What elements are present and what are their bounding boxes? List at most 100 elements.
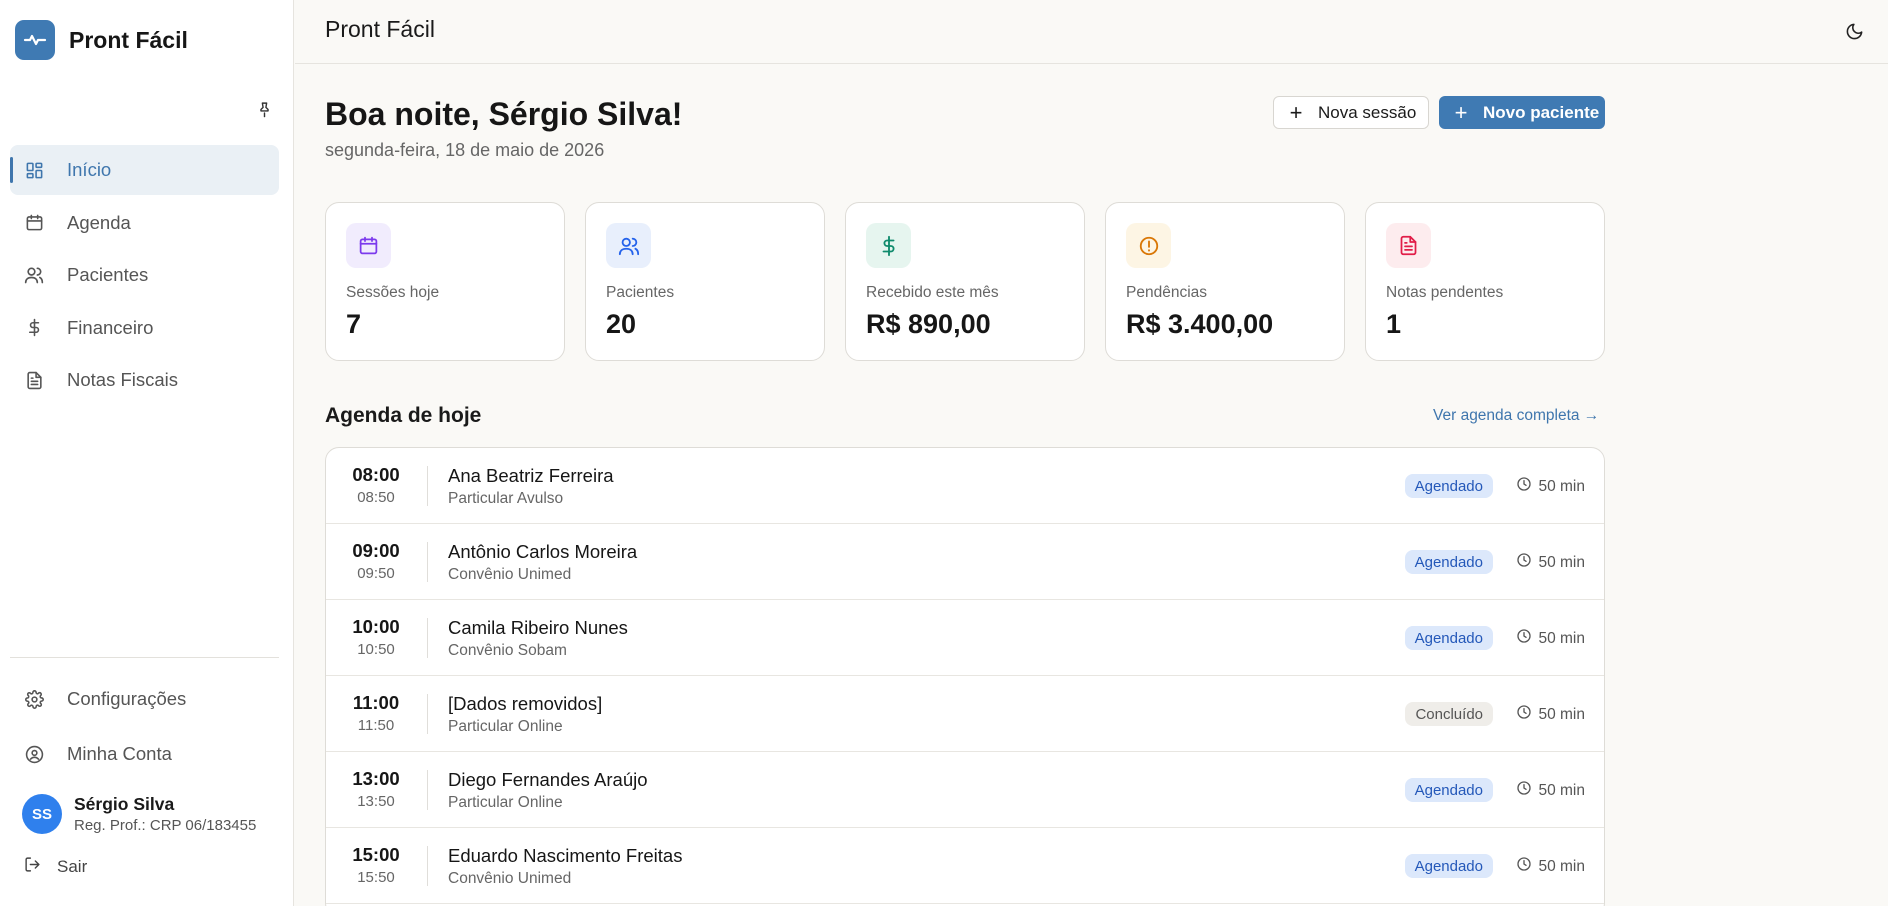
user-name: Sérgio Silva — [74, 794, 175, 814]
list-item[interactable]: 13:00 13:50 Diego Fernandes Araújo Partic… — [326, 752, 1604, 828]
duration: 50 min — [1538, 629, 1585, 647]
status-badge: Agendado — [1404, 626, 1493, 650]
sidebar-item-label: Agenda — [67, 211, 131, 233]
stat-card-pending[interactable]: Pendências R$ 3.400,00 — [1105, 202, 1345, 361]
logout-button[interactable]: Sair — [24, 856, 87, 878]
duration: 50 min — [1538, 477, 1585, 495]
sidebar-item-agenda[interactable]: Agenda — [10, 198, 279, 248]
status-badge: Agendado — [1404, 550, 1493, 574]
end-time: 15:50 — [357, 869, 395, 886]
stat-card-sessions[interactable]: Sessões hoje 7 — [325, 202, 565, 361]
start-time: 15:00 — [352, 844, 400, 865]
new-patient-label: Novo paciente — [1483, 102, 1600, 122]
top-bar: Pront Fácil — [295, 0, 1888, 64]
stat-value: 20 — [606, 309, 637, 339]
agenda-list: 08:00 08:50 Ana Beatriz Ferreira Particul… — [325, 447, 1605, 906]
clock-icon — [1516, 628, 1532, 649]
end-time: 13:50 — [357, 793, 395, 810]
stats-row: Sessões hoje 7 Pacientes 20 Recebido est… — [325, 202, 1605, 361]
end-time: 11:50 — [357, 717, 395, 734]
list-item[interactable]: 08:00 08:50 Ana Beatriz Ferreira Particul… — [326, 448, 1604, 524]
clock-icon — [1516, 856, 1532, 877]
users-icon — [24, 265, 44, 285]
calendar-icon — [24, 213, 44, 233]
clock-icon — [1516, 704, 1532, 725]
calendar-icon — [346, 223, 391, 268]
status-badge: Concluído — [1405, 702, 1493, 726]
list-item[interactable]: 11:00 11:50 [Dados removidos] Particular … — [326, 676, 1604, 752]
start-time: 08:00 — [352, 464, 400, 485]
divider — [427, 466, 428, 506]
patient-name: [Dados removidos] — [448, 693, 603, 714]
dashboard-icon — [24, 160, 44, 180]
stat-value: 7 — [346, 309, 362, 339]
agenda-title: Agenda de hoje — [325, 404, 482, 427]
plus-icon: + — [1454, 99, 1468, 125]
end-time: 09:50 — [357, 565, 395, 582]
session-type: Convênio Sobam — [448, 642, 567, 659]
duration: 50 min — [1538, 857, 1585, 875]
moon-icon[interactable] — [1842, 19, 1866, 43]
logout-label: Sair — [57, 857, 88, 876]
duration: 50 min — [1538, 705, 1585, 723]
session-type: Particular Online — [448, 718, 563, 735]
file-text-icon — [1386, 223, 1431, 268]
stat-value: 1 — [1386, 309, 1402, 339]
patient-name: Eduardo Nascimento Freitas — [448, 845, 683, 866]
start-time: 10:00 — [352, 616, 400, 637]
sidebar-item-label: Notas Fiscais — [67, 369, 179, 390]
pulse-logo-icon — [15, 20, 55, 60]
sidebar-item-financeiro[interactable]: Financeiro — [10, 303, 279, 353]
stat-card-patients[interactable]: Pacientes 20 — [585, 202, 825, 361]
new-patient-button[interactable]: + Novo paciente — [1439, 96, 1605, 129]
stat-value: R$ 890,00 — [866, 309, 991, 339]
gear-icon — [24, 689, 44, 709]
stat-value: R$ 3.400,00 — [1126, 309, 1274, 339]
end-time: 10:50 — [357, 641, 395, 658]
new-session-label: Nova sessão — [1318, 102, 1417, 122]
sidebar-item-label: Financeiro — [67, 316, 154, 338]
patient-name: Antônio Carlos Moreira — [448, 541, 638, 562]
user-profile[interactable]: SS Sérgio Silva Reg. Prof.: CRP 06/18345… — [22, 794, 256, 834]
stat-label: Pacientes — [606, 284, 675, 301]
sidebar-item-pacientes[interactable]: Pacientes — [10, 250, 279, 300]
session-type: Convênio Unimed — [448, 870, 572, 887]
sidebar-item-label: Início — [67, 159, 112, 180]
divider — [427, 542, 428, 582]
list-item[interactable]: 09:00 09:50 Antônio Carlos Moreira Convên… — [326, 524, 1604, 600]
status-badge: Agendado — [1404, 854, 1493, 878]
clock-icon — [1516, 552, 1532, 573]
plus-icon: + — [1289, 99, 1303, 125]
status-badge: Agendado — [1404, 778, 1493, 802]
sidebar-item-label: Configurações — [67, 688, 187, 709]
new-session-button[interactable]: + Nova sessão — [1273, 96, 1429, 129]
start-time: 09:00 — [352, 540, 400, 561]
current-date: segunda-feira, 18 de maio de 2026 — [325, 140, 605, 160]
sidebar-item-configuracoes[interactable]: Configurações — [10, 674, 279, 724]
session-type: Convênio Unimed — [448, 566, 572, 583]
stat-card-received[interactable]: Recebido este mês R$ 890,00 — [845, 202, 1085, 361]
sidebar-item-notas-fiscais[interactable]: Notas Fiscais — [10, 355, 279, 405]
list-item[interactable]: 15:00 15:50 Eduardo Nascimento Freitas Co… — [326, 828, 1604, 904]
users-icon — [606, 223, 651, 268]
sidebar-item-label: Minha Conta — [67, 743, 172, 764]
main-nav: Início Agenda Pacientes Financeiro Notas… — [10, 145, 279, 408]
divider — [427, 618, 428, 658]
sidebar-item-minha-conta[interactable]: Minha Conta — [10, 729, 279, 779]
divider — [427, 694, 428, 734]
pin-icon[interactable] — [254, 99, 274, 119]
brand[interactable]: Pront Fácil — [15, 20, 188, 60]
sidebar-item-label: Pacientes — [67, 264, 149, 285]
see-full-agenda-link[interactable]: Ver agenda completa → — [1433, 407, 1599, 425]
dollar-icon — [24, 318, 44, 338]
stat-card-invoices[interactable]: Notas pendentes 1 — [1365, 202, 1605, 361]
list-item[interactable]: 10:00 10:50 Camila Ribeiro Nunes Convênio… — [326, 600, 1604, 676]
user-circle-icon — [24, 744, 44, 764]
stat-label: Notas pendentes — [1386, 284, 1504, 301]
clock-icon — [1516, 780, 1532, 801]
patient-name: Ana Beatriz Ferreira — [448, 465, 614, 486]
sidebar-item-inicio[interactable]: Início — [10, 145, 279, 195]
clock-icon — [1516, 476, 1532, 497]
alert-circle-icon — [1126, 223, 1171, 268]
duration: 50 min — [1538, 553, 1585, 571]
